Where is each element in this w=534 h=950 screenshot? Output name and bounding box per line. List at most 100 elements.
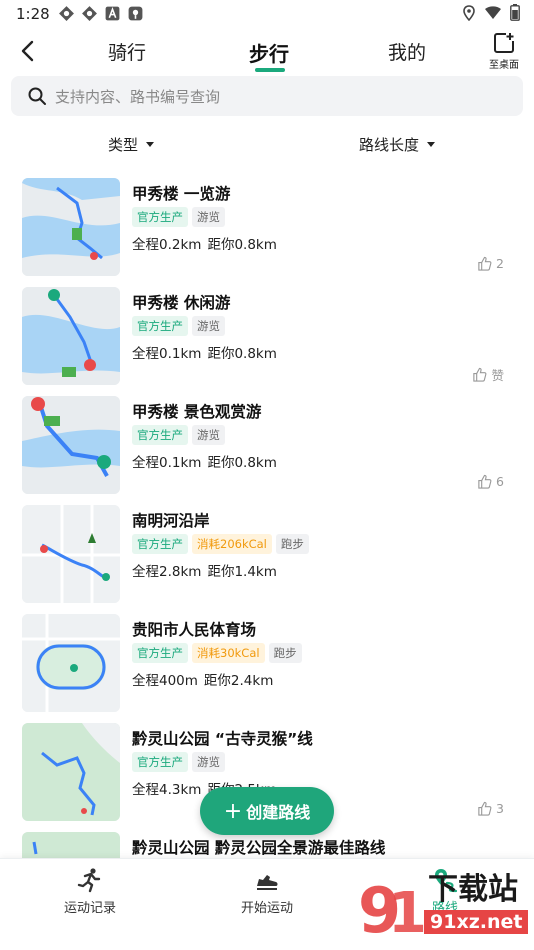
nav-label: 运动记录 [63, 901, 116, 916]
route-map-thumbnail [22, 178, 120, 276]
like-count: 3 [496, 801, 504, 816]
create-route-label: 创建路线 [246, 803, 311, 822]
create-route-button[interactable]: + 创建路线 [200, 787, 334, 835]
route-title: 甲秀楼 休闲游 [132, 294, 231, 312]
search-icon [28, 87, 46, 105]
like-count: 6 [496, 474, 504, 489]
route-item[interactable]: 甲秀楼 景色观赏游 官方生产 游览 全程0.1km 距你0.8km 6 [0, 394, 534, 503]
shoe-icon [257, 875, 278, 890]
route-distance: 全程2.8km [132, 564, 202, 580]
tag-category: 游览 [192, 207, 225, 227]
route-distance-away: 距你0.8km [207, 237, 277, 253]
tag-calories: 消耗30kCal [192, 643, 265, 663]
type-filter-dropdown[interactable]: 类型 [108, 134, 155, 155]
thumbs-up-icon [478, 801, 492, 816]
add-to-desktop-icon [494, 33, 514, 53]
like-button[interactable]: 赞 [472, 365, 504, 384]
like-button[interactable]: 3 [477, 801, 504, 816]
back-arrow-icon [21, 40, 34, 62]
type-filter-label: 类型 [108, 136, 139, 154]
watermark-text: 下载站 [428, 872, 518, 907]
route-tags: 官方生产 游览 [132, 425, 225, 445]
watermark-domain: 91xz.net [424, 910, 529, 934]
like-count: 赞 [491, 368, 504, 383]
site-watermark: 9 1 下载站 91xz.net [354, 860, 534, 950]
top-nav: 骑行 步行 我的 至桌面 [0, 30, 534, 74]
search-placeholder: 支持内容、路书编号查询 [55, 87, 221, 106]
tag-official: 官方生产 [132, 207, 188, 227]
route-title: 贵阳市人民体育场 [132, 621, 257, 639]
route-tags: 官方生产 消耗30kCal 跑步 [132, 643, 302, 663]
running-icon [77, 868, 101, 893]
battery-icon [510, 4, 520, 21]
route-title: 黔灵山公园 黔灵公园全景游最佳路线 [132, 839, 386, 857]
route-meta: 全程0.1km 距你0.8km [132, 451, 277, 471]
route-distance: 全程0.1km [132, 455, 202, 471]
route-map-thumbnail [22, 287, 120, 385]
back-button[interactable] [12, 36, 42, 66]
like-button[interactable]: 2 [477, 256, 504, 271]
tag-calories: 消耗206kCal [192, 534, 272, 554]
tab-mine[interactable]: 我的 [388, 38, 426, 65]
thumbs-up-icon [473, 367, 487, 382]
route-distance-away: 距你2.4km [203, 673, 274, 689]
status-time: 1:28 [16, 5, 50, 23]
route-map-thumbnail [22, 614, 120, 712]
dropdown-arrow-icon [427, 142, 436, 147]
tag-official: 官方生产 [132, 643, 188, 663]
route-item[interactable]: 南明河沿岸 官方生产 消耗206kCal 跑步 全程2.8km 距你1.4km [0, 503, 534, 612]
tag-category: 游览 [192, 752, 225, 772]
tag-category: 游览 [192, 316, 225, 336]
thumbs-up-icon [478, 256, 492, 271]
like-count: 2 [496, 256, 504, 271]
tag-official: 官方生产 [132, 425, 188, 445]
add-to-desktop-label: 至桌面 [489, 60, 519, 71]
tag-official: 官方生产 [132, 752, 188, 772]
route-item[interactable]: 甲秀楼 一览游 官方生产 游览 全程0.2km 距你0.8km 2 [0, 176, 534, 285]
route-distance-away: 距你0.8km [207, 455, 277, 471]
notification-icons [58, 5, 144, 22]
route-meta: 全程2.8km 距你1.4km [132, 560, 277, 580]
plus-icon: + [223, 798, 243, 824]
route-tags: 官方生产 游览 [132, 752, 225, 772]
nav-start-workout[interactable]: 开始运动 [207, 867, 327, 916]
route-meta: 全程400m 距你2.4km [132, 669, 273, 689]
notification-a-icon [105, 6, 120, 21]
route-meta: 全程0.1km 距你0.8km [132, 342, 277, 362]
nav-workout-records[interactable]: 运动记录 [30, 867, 150, 916]
route-distance: 全程4.3km [132, 782, 202, 798]
length-filter-label: 路线长度 [359, 136, 420, 154]
dropdown-arrow-icon [146, 142, 155, 147]
route-title: 南明河沿岸 [132, 512, 210, 530]
route-item[interactable]: 贵阳市人民体育场 官方生产 消耗30kCal 跑步 全程400m 距你2.4km [0, 612, 534, 721]
like-button[interactable]: 6 [477, 474, 504, 489]
route-distance: 全程400m [132, 673, 198, 689]
system-icons [462, 4, 520, 21]
route-distance-away: 距你1.4km [207, 564, 277, 580]
filter-bar: 类型 路线长度 [0, 128, 534, 158]
notification-app-icon [59, 6, 74, 21]
tag-official: 官方生产 [132, 534, 188, 554]
route-tags: 官方生产 游览 [132, 207, 225, 227]
thumbs-up-icon [478, 474, 492, 489]
route-title: 甲秀楼 景色观赏游 [132, 403, 262, 421]
notification-map-icon [128, 6, 143, 21]
search-input[interactable]: 支持内容、路书编号查询 [11, 76, 523, 116]
tag-category: 游览 [192, 425, 225, 445]
route-tags: 官方生产 游览 [132, 316, 225, 336]
route-map-thumbnail [22, 396, 120, 494]
wifi-icon [485, 5, 501, 19]
route-map-thumbnail [22, 505, 120, 603]
route-meta: 全程0.2km 距你0.8km [132, 233, 277, 253]
route-map-thumbnail [22, 723, 120, 821]
tab-walking[interactable]: 步行 [249, 38, 289, 67]
length-filter-dropdown[interactable]: 路线长度 [359, 134, 436, 155]
add-to-desktop-button[interactable]: 至桌面 [484, 32, 524, 74]
tab-cycling[interactable]: 骑行 [108, 38, 146, 65]
route-distance-away: 距你0.8km [207, 346, 277, 362]
status-bar: 1:28 [0, 0, 534, 28]
route-title: 甲秀楼 一览游 [132, 185, 231, 203]
nav-label: 开始运动 [240, 901, 293, 916]
route-item[interactable]: 甲秀楼 休闲游 官方生产 游览 全程0.1km 距你0.8km 赞 [0, 285, 534, 394]
route-distance: 全程0.1km [132, 346, 202, 362]
